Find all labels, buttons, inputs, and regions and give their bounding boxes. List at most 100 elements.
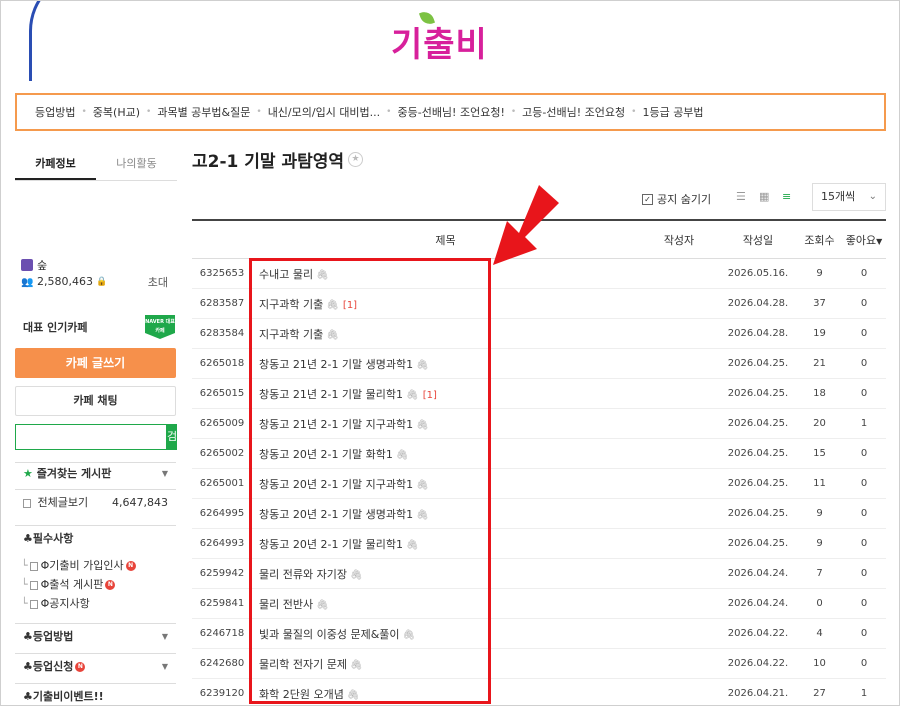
comment-count[interactable]: [1] — [423, 390, 437, 401]
post-number: 6283587 — [199, 298, 245, 309]
per-page-select[interactable]: 15개씩 ⌄ — [812, 183, 886, 211]
all-posts[interactable]: 전체글보기 4,647,843 — [15, 489, 176, 511]
new-badge: N — [125, 561, 136, 571]
page-frame: 기출비 등업방법 • 중복(H교) • 과목별 공부법&질문 • 내신/모의/입시 대비법.… — [0, 0, 900, 706]
attachment-icon: 🖇 — [416, 419, 429, 431]
grid-view-icon[interactable]: ▦ — [759, 191, 771, 203]
sidebar-search: 검색 — [15, 424, 178, 469]
post-date: 2026.04.28. — [727, 328, 789, 339]
sort-caret-icon: ▼ — [876, 236, 883, 246]
section-levelup-apply[interactable]: ♣등업신청 N ▼ — [15, 653, 176, 683]
comment-count[interactable]: [1] — [343, 300, 357, 311]
post-title-link[interactable]: 물리학 전자기 문제 — [259, 658, 347, 671]
tree-connector: └ — [21, 559, 28, 572]
table-row: 6265015 창동고 21년 2-1 기말 물리학1 🖇 [1] 2026.04.25… — [192, 379, 886, 409]
col-likes-header[interactable]: 좋아요▼ — [842, 232, 886, 248]
hide-notice-toggle[interactable]: ✓ 공지 숨기기 — [642, 191, 711, 207]
chevron-down-icon: ▼ — [161, 469, 168, 478]
post-views: 15 — [813, 448, 826, 459]
sidebar-item-join-greeting[interactable]: └ Φ기출비 가입인사 N — [21, 557, 136, 573]
attachment-icon: 🖇 — [349, 569, 363, 581]
menu-item[interactable]: 1등급 공부법 — [642, 104, 703, 120]
tab-my-activity[interactable]: 나의활동 — [96, 149, 177, 180]
post-title-link[interactable]: 창동고 20년 2-1 기말 지구과학1 — [259, 478, 413, 491]
post-number: 6265009 — [199, 418, 245, 429]
post-title-link[interactable]: 빛과 물질의 이중성 문제&풀이 — [259, 628, 400, 641]
menu-item[interactable]: 내신/모의/입시 대비법... — [268, 104, 380, 120]
post-date: 2026.04.25. — [727, 358, 789, 369]
write-post-button[interactable]: 카페 글쓰기 — [15, 348, 176, 378]
attachment-icon: 🖇 — [416, 479, 429, 491]
post-number: 6265001 — [199, 478, 245, 489]
menu-item[interactable]: 고등-선배님! 조언요청 — [522, 104, 625, 120]
post-title-cell: 수내고 물리 🖇 — [252, 266, 639, 282]
table-row: 6283584 지구과학 기출 🖇 2026.04.28. 19 0 — [192, 319, 886, 349]
search-button[interactable]: 검색 — [167, 424, 178, 469]
post-likes: 0 — [860, 538, 868, 549]
post-likes: 0 — [860, 448, 868, 459]
favorite-boards[interactable]: ★ 즐겨찾는 게시판 ▼ — [15, 462, 176, 484]
attachment-icon: 🖇 — [316, 269, 329, 281]
menu-item[interactable]: 과목별 공부법&질문 — [157, 104, 250, 120]
tab-cafe-info[interactable]: 카페정보 — [15, 149, 96, 180]
post-title-link[interactable]: 창동고 21년 2-1 기말 물리학1 — [259, 388, 403, 401]
document-icon — [23, 498, 31, 508]
post-number: 6283584 — [199, 328, 245, 339]
levelup-apply-label: ♣등업신청 — [23, 660, 74, 673]
checkbox-icon[interactable]: ✓ — [642, 193, 653, 205]
menu-bar: 등업방법 • 중복(H교) • 과목별 공부법&질문 • 내신/모의/입시 대비법... • 중… — [15, 93, 886, 131]
sidebar-item-label: Φ출석 게시판 — [40, 578, 104, 591]
attachment-icon: 🖇 — [346, 689, 360, 701]
sidebar-item-notice[interactable]: └ Φ공지사항 — [21, 595, 90, 611]
post-views: 0 — [816, 598, 823, 609]
post-number: 6325653 — [199, 268, 245, 279]
attachment-icon: 🖇 — [326, 329, 339, 341]
attachment-icon: 🖇 — [395, 449, 409, 461]
card-view-icon[interactable]: ≡ — [782, 191, 794, 203]
chevron-down-icon: ⌄ — [868, 191, 877, 202]
col-views-header: 조회수 — [804, 233, 835, 247]
post-title-cell: 물리 전반사 🖇 — [252, 596, 639, 612]
post-title-link[interactable]: 창동고 20년 2-1 기말 생명과학1 — [259, 508, 413, 521]
post-number: 6264993 — [199, 538, 245, 549]
post-title-link[interactable]: 창동고 21년 2-1 기말 생명과학1 — [259, 358, 413, 371]
post-title-cell: 물리학 전자기 문제 🖇 — [252, 656, 639, 672]
post-title-link[interactable]: 물리 전반사 — [259, 598, 313, 611]
post-title-link[interactable]: 창동고 20년 2-1 기말 화학1 — [259, 448, 393, 461]
cafe-logo[interactable]: 기출비 — [391, 9, 511, 71]
logo-text: 기출비 — [391, 25, 488, 65]
sidebar-tabs: 카페정보 나의활동 — [15, 149, 177, 181]
post-date: 2026.04.24. — [727, 598, 789, 609]
list-view-icon[interactable]: ☰ — [736, 191, 748, 203]
new-badge: N — [105, 580, 116, 590]
invite-link[interactable]: 초대 — [148, 274, 168, 290]
menu-item[interactable]: 등업방법 — [35, 104, 75, 120]
table-body: 6325653 수내고 물리 🖇 2026.05.16. 9 0 6283587 지구과학 기… — [192, 259, 886, 705]
naver-badge: NAVER 대표카페 — [145, 315, 175, 339]
section-required: ♣필수사항 — [15, 525, 176, 546]
post-title-link[interactable]: 지구과학 기출 — [259, 328, 323, 341]
section-levelup[interactable]: ♣등업방법 ▼ — [15, 623, 176, 653]
table-row: 6265018 창동고 21년 2-1 기말 생명과학1 🖇 2026.04.25. 2… — [192, 349, 886, 379]
post-title-link[interactable]: 지구과학 기출 — [259, 298, 323, 311]
menu-item[interactable]: 중등-선배님! 조언요청! — [397, 104, 504, 120]
post-title-link[interactable]: 창동고 21년 2-1 기말 지구과학1 — [259, 418, 413, 431]
search-input[interactable] — [15, 424, 167, 450]
post-number: 6259841 — [199, 598, 245, 609]
cafe-chat-button[interactable]: 카페 채팅 — [15, 386, 176, 416]
favorite-star-icon[interactable]: ★ — [348, 152, 364, 167]
menu-item[interactable]: 중복(H교) — [93, 104, 140, 120]
section-event[interactable]: ♣기출비이벤트!! — [15, 683, 176, 705]
post-title-link[interactable]: 창동고 20년 2-1 기말 물리학1 — [259, 538, 403, 551]
attachment-icon: 🖇 — [402, 629, 416, 641]
post-views: 4 — [816, 628, 823, 639]
post-title-link[interactable]: 수내고 물리 — [259, 268, 313, 281]
post-views: 7 — [816, 568, 823, 579]
post-title-cell: 창동고 20년 2-1 기말 물리학1 🖇 — [252, 536, 639, 552]
post-title-link[interactable]: 물리 전류와 자기장 — [259, 568, 347, 581]
post-title-link[interactable]: 화학 2단원 오개념 — [259, 688, 344, 701]
page-title: 고2-1 기말 과탐영역 — [192, 152, 345, 172]
table-row: 6265002 창동고 20년 2-1 기말 화학1 🖇 2026.04.25. 15 0 — [192, 439, 886, 469]
member-count: 2,580,463 — [37, 275, 93, 288]
sidebar-item-attendance[interactable]: └ Φ출석 게시판 N — [21, 576, 116, 592]
